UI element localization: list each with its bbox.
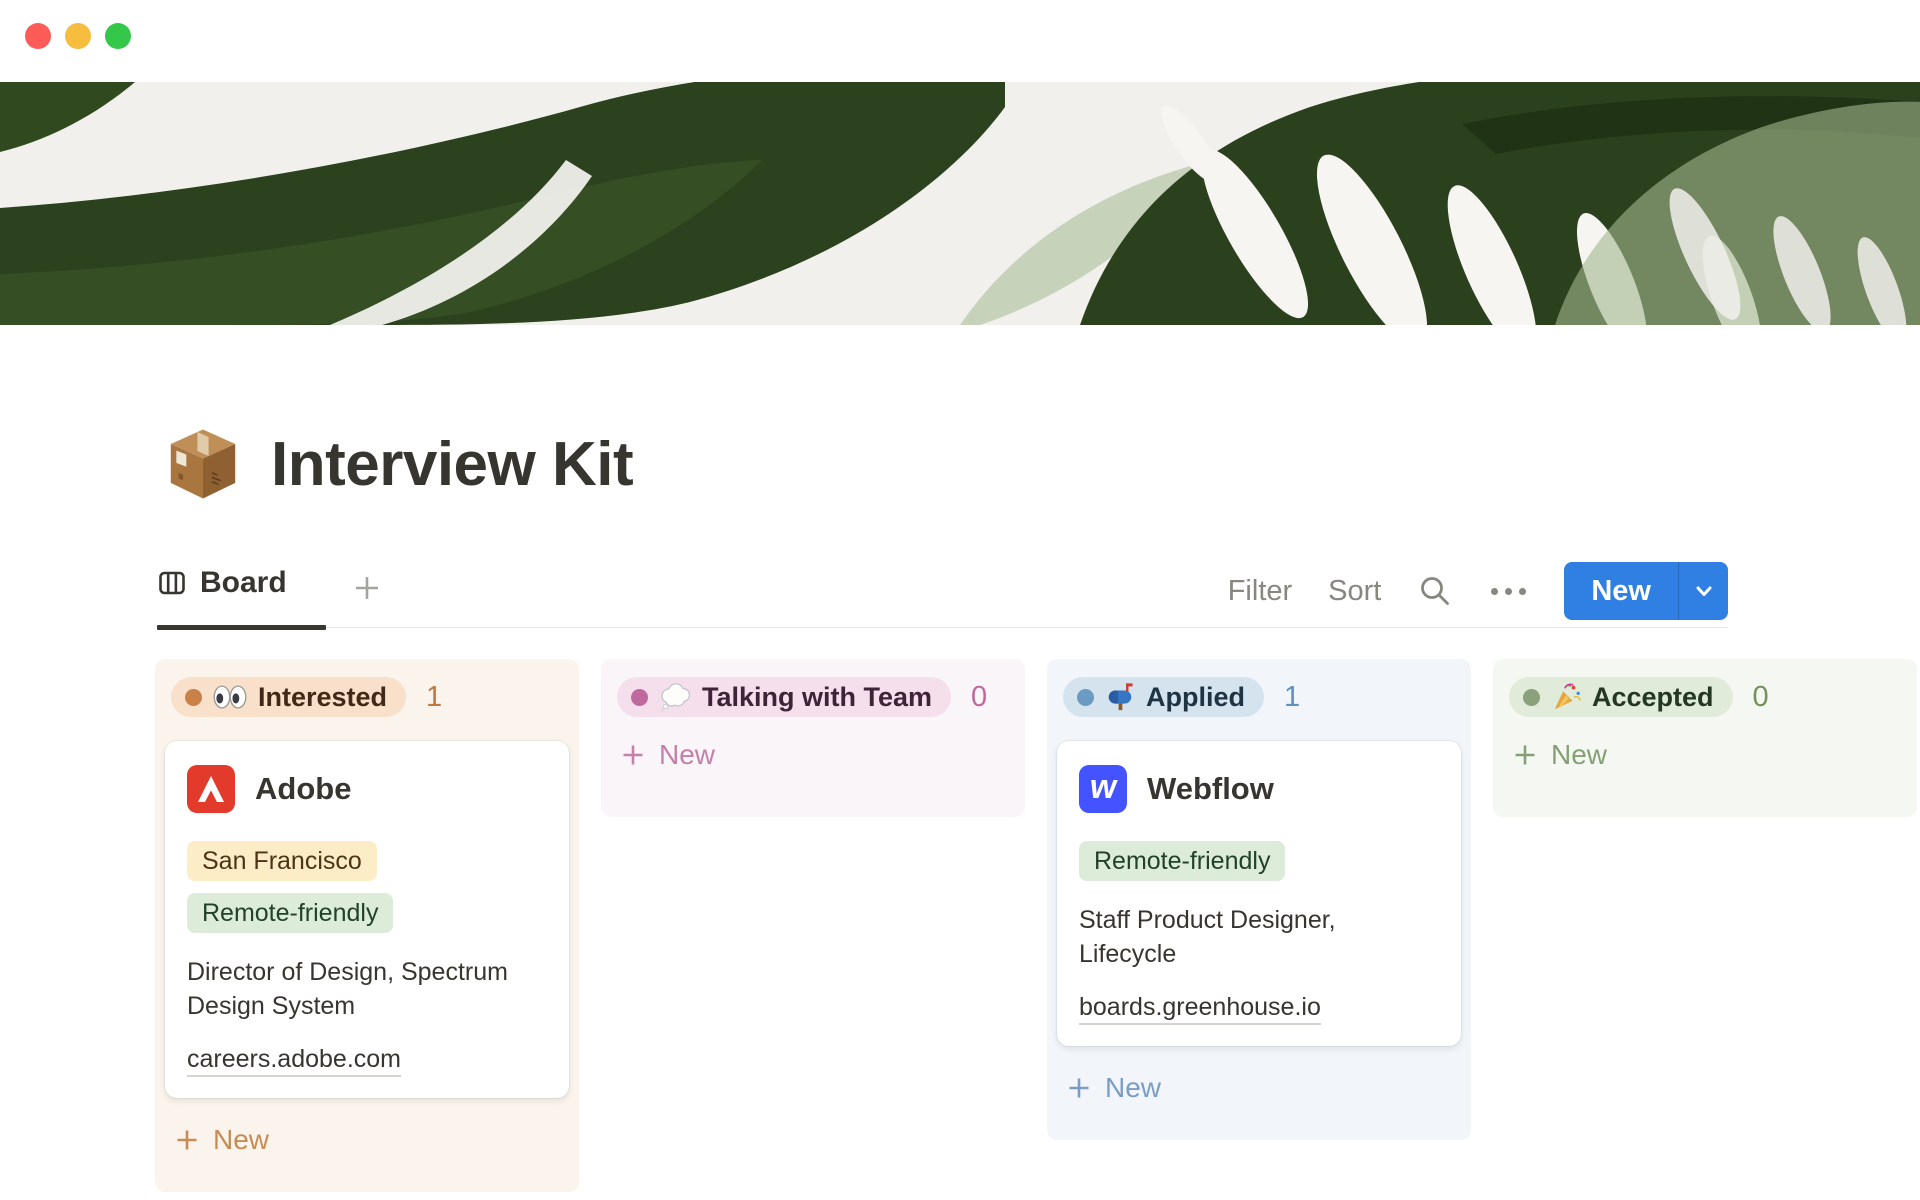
- tag-remote-friendly[interactable]: Remote-friendly: [1079, 841, 1285, 881]
- tab-board-label: Board: [200, 566, 287, 600]
- card-link[interactable]: boards.greenhouse.io: [1079, 993, 1321, 1025]
- column-talking-with-team: Talking with Team 0 New: [601, 659, 1025, 817]
- role-text: Staff Product Designer, Lifecycle: [1079, 903, 1439, 971]
- column-accepted: Accepted 0 New: [1493, 659, 1917, 817]
- column-count: 0: [1753, 681, 1769, 714]
- column-header: Accepted 0: [1503, 677, 1907, 717]
- window-titlebar: [0, 0, 1920, 82]
- plus-icon: [1512, 742, 1538, 768]
- plus-icon: [350, 571, 384, 605]
- plus-icon: [620, 742, 646, 768]
- add-card-label: New: [659, 739, 715, 771]
- webflow-logo-icon: w: [1079, 765, 1127, 813]
- monstera-leaves-illustration: [0, 82, 1920, 325]
- mailbox-emoji-icon: [1105, 682, 1135, 712]
- column-title: Accepted: [1592, 682, 1714, 713]
- status-pill-interested[interactable]: Interested: [171, 677, 406, 717]
- column-title: Talking with Team: [702, 682, 932, 713]
- page-cover-image[interactable]: [0, 82, 1920, 325]
- new-button: New: [1564, 562, 1728, 620]
- board-view-icon: [157, 568, 187, 598]
- status-dot: [185, 689, 202, 706]
- page-header: Interview Kit: [163, 424, 633, 504]
- adobe-logo-icon: [187, 765, 235, 813]
- status-dot: [1077, 689, 1094, 706]
- link-row: boards.greenhouse.io: [1079, 993, 1439, 1022]
- card-webflow[interactable]: w Webflow Remote-friendly Staff Product …: [1057, 741, 1461, 1046]
- plus-icon: [1066, 1075, 1092, 1101]
- tag-san-francisco[interactable]: San Francisco: [187, 841, 377, 881]
- close-window-icon[interactable]: [25, 23, 51, 49]
- add-card-label: New: [213, 1124, 269, 1156]
- column-interested: Interested 1 Adobe San Francisco Remote-…: [155, 659, 579, 1192]
- column-count: 0: [971, 681, 987, 714]
- kanban-board: Interested 1 Adobe San Francisco Remote-…: [155, 659, 1917, 1192]
- thought-balloon-emoji-icon: [659, 683, 691, 711]
- status-pill-applied[interactable]: Applied: [1063, 677, 1264, 717]
- filter-button[interactable]: Filter: [1228, 575, 1292, 608]
- view-tab-bar: Board Filter Sort New: [157, 550, 1728, 628]
- column-count: 1: [1284, 681, 1300, 714]
- status-dot: [631, 689, 648, 706]
- sort-button[interactable]: Sort: [1328, 575, 1381, 608]
- search-icon[interactable]: [1417, 573, 1453, 609]
- add-card-label: New: [1105, 1072, 1161, 1104]
- column-header: Applied 1: [1057, 677, 1461, 717]
- role-text: Director of Design, Spectrum Design Syst…: [187, 955, 547, 1023]
- status-dot: [1523, 689, 1540, 706]
- company-name: Webflow: [1147, 771, 1274, 807]
- status-pill-accepted[interactable]: Accepted: [1509, 677, 1733, 717]
- new-button-main[interactable]: New: [1564, 562, 1678, 620]
- active-tab-underline: [157, 625, 326, 630]
- tag-remote-friendly[interactable]: Remote-friendly: [187, 893, 393, 933]
- column-title: Applied: [1146, 682, 1245, 713]
- company-name: Adobe: [255, 771, 351, 807]
- card-adobe[interactable]: Adobe San Francisco Remote-friendly Dire…: [165, 741, 569, 1098]
- column-applied: Applied 1 w Webflow Remote-friendly Staf…: [1047, 659, 1471, 1140]
- minimize-window-icon[interactable]: [65, 23, 91, 49]
- add-card-button-interested[interactable]: New: [165, 1118, 569, 1162]
- column-count: 1: [426, 681, 442, 714]
- add-card-button-applied[interactable]: New: [1057, 1066, 1461, 1110]
- add-card-label: New: [1551, 739, 1607, 771]
- more-options-icon[interactable]: [1489, 582, 1528, 601]
- column-header: Talking with Team 0: [611, 677, 1015, 717]
- window-controls: [25, 23, 131, 49]
- chevron-down-icon: [1691, 578, 1717, 604]
- zoom-window-icon[interactable]: [105, 23, 131, 49]
- column-title: Interested: [258, 682, 387, 713]
- column-header: Interested 1: [165, 677, 569, 717]
- card-link[interactable]: careers.adobe.com: [187, 1045, 401, 1077]
- tab-board-view[interactable]: Board: [157, 566, 287, 600]
- notion-window: Interview Kit Board Filter Sort: [0, 0, 1920, 1200]
- eyes-emoji-icon: [213, 684, 247, 710]
- add-card-button-accepted[interactable]: New: [1503, 733, 1907, 777]
- status-pill-talking-with-team[interactable]: Talking with Team: [617, 677, 951, 717]
- page-title[interactable]: Interview Kit: [271, 429, 633, 500]
- add-view-button[interactable]: [347, 568, 387, 608]
- plus-icon: [174, 1127, 200, 1153]
- new-button-dropdown[interactable]: [1678, 562, 1728, 620]
- party-popper-emoji-icon: [1551, 682, 1581, 712]
- link-row: careers.adobe.com: [187, 1045, 547, 1074]
- package-emoji-icon[interactable]: [163, 424, 243, 504]
- board-toolbar: Filter Sort New: [1228, 562, 1728, 620]
- add-card-button-talking-with-team[interactable]: New: [611, 733, 1015, 777]
